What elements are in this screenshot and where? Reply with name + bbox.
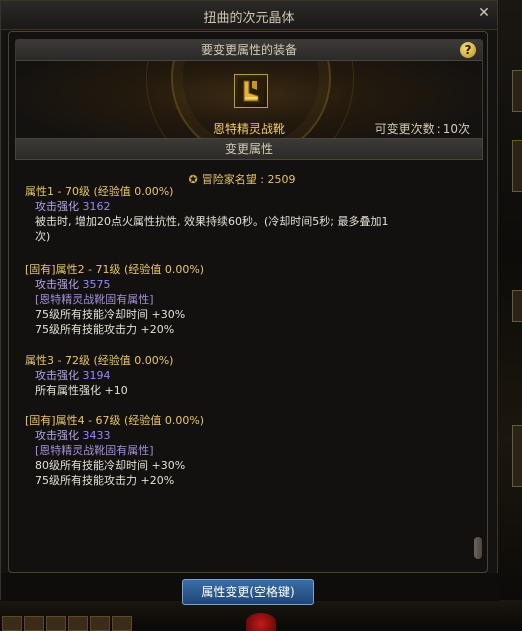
change-count: 可变更次数:10次 [374, 122, 470, 136]
effect-line: 75级所有技能冷却时间 +30% [35, 308, 186, 321]
equipment-header: 要变更属性的装备 [16, 40, 482, 61]
attribute-block-4[interactable]: [固有]属性4 - 67级 (经验值 0.00%) 攻击强化 3433 [恩特精… [25, 413, 204, 488]
attribute-title: [固有]属性2 - 71级 (经验值 0.00%) [25, 263, 205, 276]
boots-icon [238, 78, 264, 104]
close-icon[interactable]: ✕ [477, 6, 491, 20]
effect-line: 被击时, 增加20点火属性抗性, 效果持续60秒。(冷却时间5秒; 最多叠加1 [35, 215, 389, 228]
game-ui-slot [512, 70, 522, 112]
change-count-label: 可变更次数 [374, 122, 435, 136]
stat-label: 攻击强化 [35, 278, 79, 291]
stat-value: 3194 [82, 369, 111, 382]
game-ui-slot [512, 425, 522, 487]
fixed-attribute-tag: [恩特精灵战靴固有属性] [35, 444, 154, 457]
equipment-header-label: 要变更属性的装备 [200, 43, 297, 57]
effect-line: 80级所有技能冷却时间 +30% [35, 459, 186, 472]
item-slot[interactable] [234, 74, 268, 108]
help-icon[interactable]: ? [460, 42, 476, 58]
game-ui-slot [512, 140, 522, 192]
attribute-title: 属性1 - 70级 (经验值 0.00%) [25, 185, 174, 198]
stat-label: 攻击强化 [35, 200, 79, 213]
attribute-title: [固有]属性4 - 67级 (经验值 0.00%) [25, 414, 205, 427]
change-count-value: 10次 [442, 122, 470, 136]
attribute-header: 变更属性 [15, 138, 483, 160]
stat-label: 攻击强化 [35, 429, 79, 442]
stat-value: 3162 [82, 200, 111, 213]
effect-line: 次) [35, 230, 51, 243]
stat-value: 3575 [82, 278, 111, 291]
window-title: 扭曲的次元晶体 [203, 11, 295, 26]
scrollbar-thumb[interactable] [474, 537, 482, 559]
attribute-header-label: 变更属性 [224, 142, 273, 156]
attribute-block-3[interactable]: 属性3 - 72级 (经验值 0.00%) 攻击强化 3194 所有属性强化 +… [25, 353, 173, 398]
effect-line: 75级所有技能攻击力 +20% [35, 474, 175, 487]
hp-orb-icon [246, 613, 276, 631]
attribute-change-button[interactable]: 属性变更(空格键) [182, 579, 314, 605]
effect-line: 所有属性强化 +10 [35, 384, 128, 397]
attribute-block-2[interactable]: [固有]属性2 - 71级 (经验值 0.00%) 攻击强化 3575 [恩特精… [25, 262, 204, 337]
effect-line: 75级所有技能攻击力 +20% [35, 323, 175, 336]
titlebar[interactable]: 扭曲的次元晶体 ✕ [1, 1, 497, 30]
equipment-panel: 要变更属性的装备 ? 恩特精灵战靴 可变更次数:10次 [15, 39, 483, 141]
dimension-crystal-window: 扭曲的次元晶体 ✕ 要变更属性的装备 ? 恩特精灵战靴 可变更次数:10次 变更… [0, 0, 499, 601]
attribute-block-1[interactable]: 属性1 - 70级 (经验值 0.00%) 攻击强化 3162 被击时, 增加2… [25, 184, 388, 244]
game-ui-slot [512, 290, 522, 322]
attribute-list: ✪ 冒险家名望 : 2509 属性1 - 70级 (经验值 0.00%) 攻击强化… [15, 160, 469, 565]
fixed-attribute-tag: [恩特精灵战靴固有属性] [35, 293, 154, 306]
content-frame: 要变更属性的装备 ? 恩特精灵战靴 可变更次数:10次 变更属性 ✪冒险家名望 [8, 31, 488, 573]
stat-label: 攻击强化 [35, 369, 79, 382]
attribute-title: 属性3 - 72级 (经验值 0.00%) [25, 354, 174, 367]
stat-value: 3433 [82, 429, 111, 442]
